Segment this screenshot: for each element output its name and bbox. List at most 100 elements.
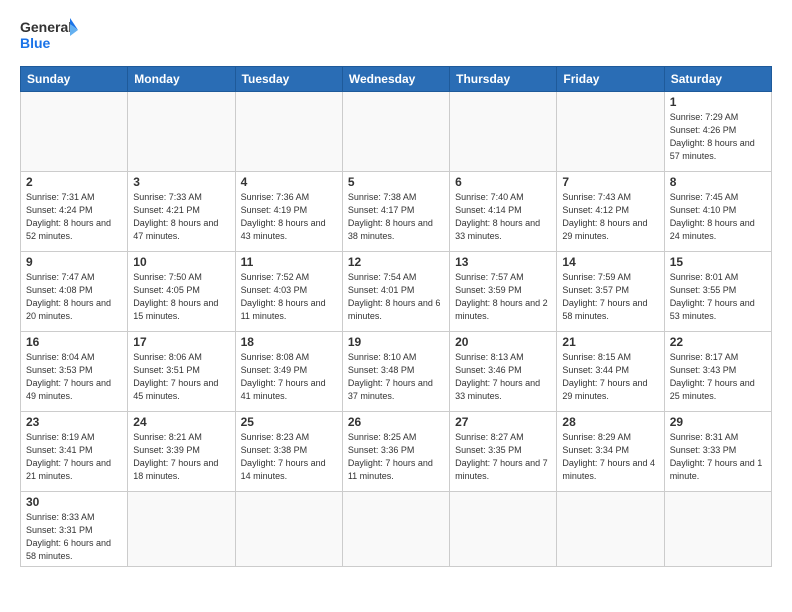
day-number: 16 (26, 335, 122, 349)
table-row (21, 92, 128, 172)
table-row (450, 492, 557, 567)
day-info: Sunrise: 8:29 AM Sunset: 3:34 PM Dayligh… (562, 431, 658, 483)
day-info: Sunrise: 8:01 AM Sunset: 3:55 PM Dayligh… (670, 271, 766, 323)
day-info: Sunrise: 8:08 AM Sunset: 3:49 PM Dayligh… (241, 351, 337, 403)
day-number: 14 (562, 255, 658, 269)
table-row (557, 492, 664, 567)
day-info: Sunrise: 8:04 AM Sunset: 3:53 PM Dayligh… (26, 351, 122, 403)
day-number: 23 (26, 415, 122, 429)
day-number: 17 (133, 335, 229, 349)
table-row: 7Sunrise: 7:43 AM Sunset: 4:12 PM Daylig… (557, 172, 664, 252)
table-row: 26Sunrise: 8:25 AM Sunset: 3:36 PM Dayli… (342, 412, 449, 492)
table-row: 23 Sunrise: 8:19 AM Sunset: 3:41 PM Dayli… (21, 412, 128, 492)
table-row: 15 Sunrise: 8:01 AM Sunset: 3:55 PM Dayli… (664, 252, 771, 332)
day-info: Sunrise: 8:23 AM Sunset: 3:38 PM Dayligh… (241, 431, 337, 483)
day-info: Sunrise: 7:47 AM Sunset: 4:08 PM Dayligh… (26, 271, 122, 323)
day-number: 6 (455, 175, 551, 189)
day-info: Sunrise: 7:52 AM Sunset: 4:03 PM Dayligh… (241, 271, 337, 323)
day-number: 28 (562, 415, 658, 429)
table-row: 17 Sunrise: 8:06 AM Sunset: 3:51 PM Dayli… (128, 332, 235, 412)
header-thursday: Thursday (450, 67, 557, 92)
day-number: 18 (241, 335, 337, 349)
table-row: 10 Sunrise: 7:50 AM Sunset: 4:05 PM Dayli… (128, 252, 235, 332)
table-row: 1 Sunrise: 7:29 AM Sunset: 4:26 PM Daylig… (664, 92, 771, 172)
day-number: 8 (670, 175, 766, 189)
calendar-table: Sunday Monday Tuesday Wednesday Thursday… (20, 66, 772, 567)
day-info: Sunrise: 7:45 AM Sunset: 4:10 PM Dayligh… (670, 191, 766, 243)
header-sunday: Sunday (21, 67, 128, 92)
day-number: 12 (348, 255, 444, 269)
day-number: 22 (670, 335, 766, 349)
table-row: 4Sunrise: 7:36 AM Sunset: 4:19 PM Daylig… (235, 172, 342, 252)
table-row (128, 492, 235, 567)
day-info: Sunrise: 7:54 AM Sunset: 4:01 PM Dayligh… (348, 271, 444, 323)
table-row: 11 Sunrise: 7:52 AM Sunset: 4:03 PM Dayli… (235, 252, 342, 332)
day-info: Sunrise: 7:38 AM Sunset: 4:17 PM Dayligh… (348, 191, 444, 243)
header: General Blue (20, 16, 772, 56)
table-row: 29Sunrise: 8:31 AM Sunset: 3:33 PM Dayli… (664, 412, 771, 492)
table-row (450, 92, 557, 172)
day-number: 5 (348, 175, 444, 189)
header-saturday: Saturday (664, 67, 771, 92)
day-number: 27 (455, 415, 551, 429)
day-number: 13 (455, 255, 551, 269)
day-info: Sunrise: 7:43 AM Sunset: 4:12 PM Dayligh… (562, 191, 658, 243)
day-number: 15 (670, 255, 766, 269)
generalblue-logo-icon: General Blue (20, 16, 80, 56)
table-row: 9 Sunrise: 7:47 AM Sunset: 4:08 PM Daylig… (21, 252, 128, 332)
day-info: Sunrise: 8:06 AM Sunset: 3:51 PM Dayligh… (133, 351, 229, 403)
day-number: 9 (26, 255, 122, 269)
day-info: Sunrise: 8:17 AM Sunset: 3:43 PM Dayligh… (670, 351, 766, 403)
table-row: 2Sunrise: 7:31 AM Sunset: 4:24 PM Daylig… (21, 172, 128, 252)
day-info: Sunrise: 8:25 AM Sunset: 3:36 PM Dayligh… (348, 431, 444, 483)
day-number: 11 (241, 255, 337, 269)
table-row: 16 Sunrise: 8:04 AM Sunset: 3:53 PM Dayli… (21, 332, 128, 412)
day-info: Sunrise: 8:21 AM Sunset: 3:39 PM Dayligh… (133, 431, 229, 483)
table-row: 5 Sunrise: 7:38 AM Sunset: 4:17 PM Daylig… (342, 172, 449, 252)
table-row: 18 Sunrise: 8:08 AM Sunset: 3:49 PM Dayli… (235, 332, 342, 412)
table-row: 21 Sunrise: 8:15 AM Sunset: 3:44 PM Dayli… (557, 332, 664, 412)
day-info: Sunrise: 8:33 AM Sunset: 3:31 PM Dayligh… (26, 511, 122, 563)
header-tuesday: Tuesday (235, 67, 342, 92)
weekday-header-row: Sunday Monday Tuesday Wednesday Thursday… (21, 67, 772, 92)
day-number: 1 (670, 95, 766, 109)
table-row: 6 Sunrise: 7:40 AM Sunset: 4:14 PM Daylig… (450, 172, 557, 252)
day-info: Sunrise: 8:19 AM Sunset: 3:41 PM Dayligh… (26, 431, 122, 483)
day-info: Sunrise: 7:33 AM Sunset: 4:21 PM Dayligh… (133, 191, 229, 243)
table-row: 12 Sunrise: 7:54 AM Sunset: 4:01 PM Dayli… (342, 252, 449, 332)
table-row (664, 492, 771, 567)
table-row: 25Sunrise: 8:23 AM Sunset: 3:38 PM Dayli… (235, 412, 342, 492)
day-number: 4 (241, 175, 337, 189)
table-row: 3 Sunrise: 7:33 AM Sunset: 4:21 PM Daylig… (128, 172, 235, 252)
header-wednesday: Wednesday (342, 67, 449, 92)
table-row: 30 Sunrise: 8:33 AM Sunset: 3:31 PM Dayli… (21, 492, 128, 567)
day-number: 24 (133, 415, 229, 429)
day-info: Sunrise: 8:13 AM Sunset: 3:46 PM Dayligh… (455, 351, 551, 403)
svg-text:Blue: Blue (20, 35, 51, 51)
table-row (342, 92, 449, 172)
day-info: Sunrise: 7:57 AM Sunset: 3:59 PM Dayligh… (455, 271, 551, 323)
day-info: Sunrise: 7:29 AM Sunset: 4:26 PM Dayligh… (670, 111, 766, 163)
table-row: 22 Sunrise: 8:17 AM Sunset: 3:43 PM Dayli… (664, 332, 771, 412)
header-friday: Friday (557, 67, 664, 92)
day-info: Sunrise: 8:15 AM Sunset: 3:44 PM Dayligh… (562, 351, 658, 403)
logo: General Blue (20, 16, 80, 56)
day-number: 30 (26, 495, 122, 509)
day-number: 20 (455, 335, 551, 349)
day-number: 19 (348, 335, 444, 349)
page: General Blue Sunday Monday Tuesday Wedne… (0, 0, 792, 583)
day-info: Sunrise: 7:50 AM Sunset: 4:05 PM Dayligh… (133, 271, 229, 323)
table-row (235, 92, 342, 172)
table-row (342, 492, 449, 567)
day-info: Sunrise: 8:27 AM Sunset: 3:35 PM Dayligh… (455, 431, 551, 483)
day-number: 10 (133, 255, 229, 269)
day-info: Sunrise: 7:40 AM Sunset: 4:14 PM Dayligh… (455, 191, 551, 243)
table-row: 28 Sunrise: 8:29 AM Sunset: 3:34 PM Dayli… (557, 412, 664, 492)
table-row: 24 Sunrise: 8:21 AM Sunset: 3:39 PM Dayli… (128, 412, 235, 492)
table-row: 19Sunrise: 8:10 AM Sunset: 3:48 PM Dayli… (342, 332, 449, 412)
day-number: 21 (562, 335, 658, 349)
day-number: 3 (133, 175, 229, 189)
table-row: 20 Sunrise: 8:13 AM Sunset: 3:46 PM Dayli… (450, 332, 557, 412)
day-info: Sunrise: 8:31 AM Sunset: 3:33 PM Dayligh… (670, 431, 766, 483)
day-info: Sunrise: 7:31 AM Sunset: 4:24 PM Dayligh… (26, 191, 122, 243)
